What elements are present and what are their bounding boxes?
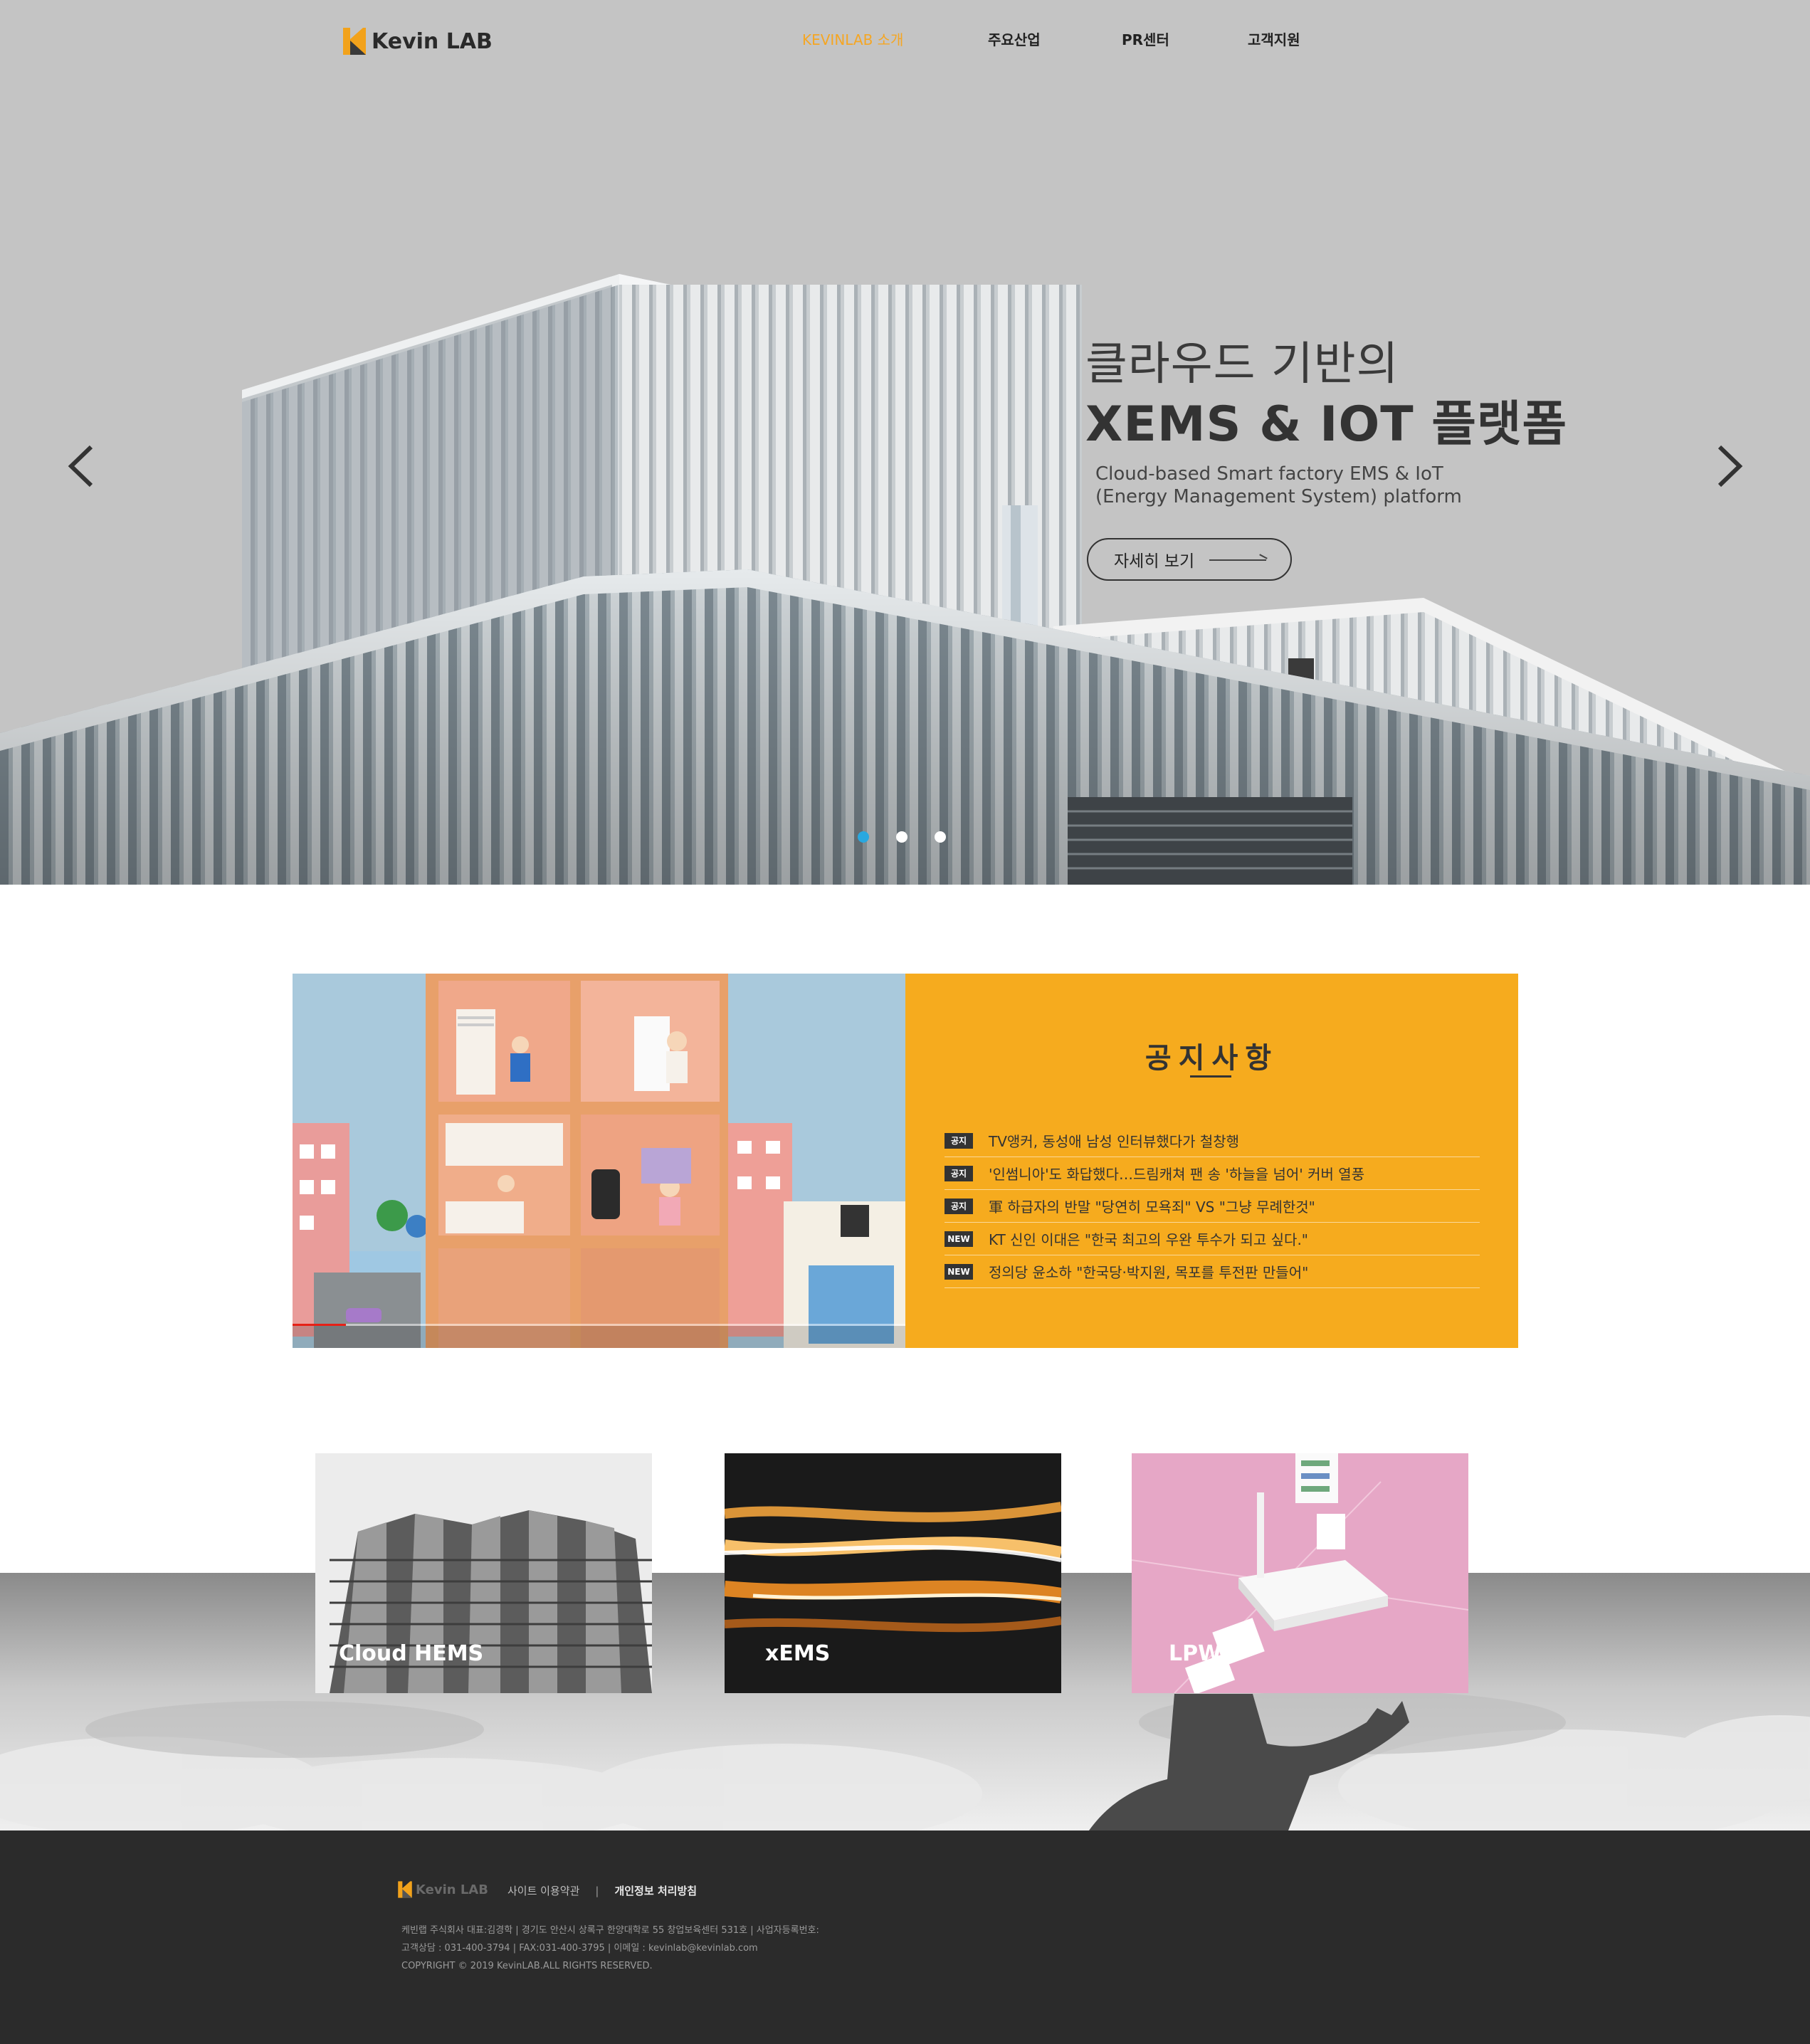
hero-subtitle: Cloud-based Smart factory EMS & IoT (Ene… xyxy=(1095,463,1584,508)
hero-subtitle-line-2: (Energy Management System) platform xyxy=(1095,486,1462,507)
notice-section: 공지사항 공지 TV앵커, 동성애 남성 인터뷰했다가 철창행 공지 '인썸니아… xyxy=(293,974,1518,1348)
notice-item[interactable]: NEW 정의당 윤소하 "한국당·박지원, 목포를 투전판 만들어" xyxy=(945,1255,1480,1288)
notice-item[interactable]: 공지 '인썸니아'도 화답했다…드림캐쳐 팬 송 '하늘을 넘어' 커버 열풍 xyxy=(945,1157,1480,1190)
video-thumbnail xyxy=(293,974,905,1348)
notice-list: 공지 TV앵커, 동성애 남성 인터뷰했다가 철창행 공지 '인썸니아'도 화답… xyxy=(945,1124,1480,1288)
privacy-policy-link[interactable]: 개인정보 처리방침 xyxy=(614,1883,697,1898)
slide-dot-2[interactable] xyxy=(896,831,907,843)
business-card-lpwa[interactable]: LPWA xyxy=(1132,1453,1468,1693)
notice-item[interactable]: 공지 軍 하급자의 반말 "당연히 모욕죄" VS "그냥 무례한것" xyxy=(945,1190,1480,1223)
notice-badge: NEW xyxy=(945,1231,973,1247)
footer-logo[interactable]: Kevin LAB xyxy=(397,1880,488,1899)
hero-headline-2: XEMS & IOT 플랫폼 xyxy=(1085,396,1568,453)
footer-company-info: 케빈랩 주식회사 대표:김경학 | 경기도 안산시 상록구 한양대학로 55 창… xyxy=(401,1922,819,1975)
notice-item[interactable]: NEW KT 신인 이대은 "한국 최고의 우완 투수가 되고 싶다." xyxy=(945,1223,1480,1255)
nav-item-industries[interactable]: 주요산업 xyxy=(988,26,1041,54)
business-card-label: Cloud HEMS xyxy=(339,1641,484,1666)
footer: Kevin LAB 사이트 이용약관 | 개인정보 처리방침 케빈랩 주식회사 … xyxy=(0,1830,1810,2044)
footer-info-line-1: 케빈랩 주식회사 대표:김경학 | 경기도 안산시 상록구 한양대학로 55 창… xyxy=(401,1925,819,1936)
slide-dot-3[interactable] xyxy=(935,831,946,843)
nav-item-pr-center[interactable]: PR센터 xyxy=(1122,26,1169,54)
video-player[interactable] xyxy=(293,974,905,1348)
notice-item-title[interactable]: '인썸니아'도 화답했다…드림캐쳐 팬 송 '하늘을 넘어' 커버 열풍 xyxy=(989,1163,1364,1184)
notice-item-title[interactable]: 정의당 윤소하 "한국당·박지원, 목포를 투전판 만들어" xyxy=(989,1261,1308,1282)
footer-info-line-2: 고객상담 : 031-400-3794 | FAX:031-400-3795 |… xyxy=(401,1943,758,1954)
hero-slider: Kevin LAB KEVINLAB 소개 주요산업 PR센터 고객지원 클라우… xyxy=(0,0,1810,885)
notice-item[interactable]: 공지 TV앵커, 동성애 남성 인터뷰했다가 철창행 xyxy=(945,1124,1480,1157)
notice-item-title[interactable]: KT 신인 이대은 "한국 최고의 우완 투수가 되고 싶다." xyxy=(989,1228,1308,1249)
kevinlab-logo-icon xyxy=(343,28,366,55)
notice-badge: 공지 xyxy=(945,1132,973,1149)
business-card-label: LPWA xyxy=(1169,1641,1238,1666)
chevron-left-icon[interactable] xyxy=(60,441,102,491)
terms-link[interactable]: 사이트 이용약관 xyxy=(507,1883,579,1898)
arrow-right-icon xyxy=(1209,559,1266,561)
nav-item-support[interactable]: 고객지원 xyxy=(1248,26,1300,54)
business-card-cloud-hems[interactable]: Cloud HEMS xyxy=(315,1453,652,1693)
kevinlab-logo-icon xyxy=(398,1881,412,1898)
page: Kevin LAB KEVINLAB 소개 주요산업 PR센터 고객지원 클라우… xyxy=(0,0,1810,2044)
slide-dot-1[interactable] xyxy=(858,831,869,843)
footer-link-separator: | xyxy=(595,1884,599,1897)
hero-subtitle-line-1: Cloud-based Smart factory EMS & IoT xyxy=(1095,463,1443,485)
footer-copyright: COPYRIGHT © 2019 KevinLAB.ALL RIGHTS RES… xyxy=(401,1961,653,1971)
logo[interactable]: Kevin LAB xyxy=(342,26,493,57)
nav-item-kevinlab-intro[interactable]: KEVINLAB 소개 xyxy=(802,26,903,54)
hero-copy: 클라우드 기반의 XEMS & IOT 플랫폼 Cloud-based Smar… xyxy=(1085,334,1584,508)
notice-board: 공지사항 공지 TV앵커, 동성애 남성 인터뷰했다가 철창행 공지 '인썸니아… xyxy=(905,974,1518,1348)
arrow-right-icon-head xyxy=(1259,554,1268,559)
footer-logo-text: Kevin LAB xyxy=(416,1882,488,1897)
notice-item-title[interactable]: TV앵커, 동성애 남성 인터뷰했다가 철창행 xyxy=(989,1130,1239,1151)
footer-links: 사이트 이용약관 | 개인정보 처리방침 xyxy=(507,1883,697,1898)
hero-headline-1: 클라우드 기반의 xyxy=(1085,338,1399,391)
chevron-right-icon[interactable] xyxy=(1708,441,1751,491)
detail-button[interactable]: 자세히 보기 xyxy=(1087,538,1292,581)
notice-badge: 공지 xyxy=(945,1198,973,1214)
detail-button-label: 자세히 보기 xyxy=(1114,552,1195,571)
notice-badge: NEW xyxy=(945,1263,973,1280)
slider-pagination xyxy=(858,831,946,843)
business-card-label: xEMS xyxy=(765,1641,831,1666)
logo-text: Kevin LAB xyxy=(372,28,493,54)
business-card-xems[interactable]: xEMS xyxy=(725,1453,1061,1693)
notice-badge: 공지 xyxy=(945,1165,973,1181)
notice-title-underline xyxy=(1190,1075,1231,1078)
notice-item-title[interactable]: 軍 하급자의 반말 "당연히 모욕죄" VS "그냥 무례한것" xyxy=(989,1196,1315,1216)
notice-title: 공지사항 xyxy=(1145,1042,1279,1075)
